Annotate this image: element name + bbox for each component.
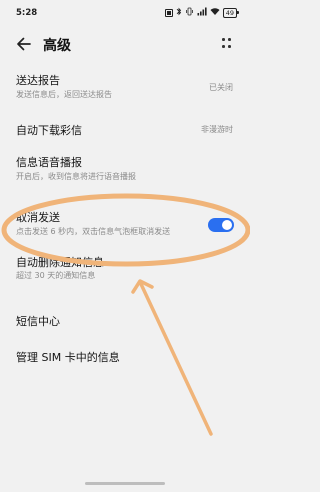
status-time: 5:28 bbox=[16, 8, 38, 18]
bluetooth-icon bbox=[176, 7, 182, 18]
signal-icon bbox=[197, 7, 207, 18]
status-icons: 49 bbox=[164, 7, 240, 18]
setting-title: 取消发送 bbox=[16, 211, 60, 224]
battery-icon: 49 bbox=[222, 7, 240, 18]
setting-value: 非漫游时 bbox=[201, 125, 233, 134]
setting-value: 已关闭 bbox=[209, 83, 233, 92]
setting-title: 管理 SIM 卡中的信息 bbox=[16, 351, 120, 364]
wifi-icon bbox=[210, 7, 220, 18]
vibrate-icon bbox=[185, 7, 194, 18]
setting-delivery-report[interactable]: 送达报告 发送信息后，返回送达报告 已关闭 bbox=[0, 68, 250, 108]
setting-voice-broadcast[interactable]: 信息语音播报 开启后，收到信息将进行语音播报 bbox=[0, 150, 250, 190]
setting-title: 自动下载彩信 bbox=[16, 124, 82, 137]
home-indicator[interactable] bbox=[85, 482, 165, 485]
status-bar: 5:28 49 bbox=[0, 0, 250, 24]
toggle-knob bbox=[222, 220, 232, 230]
battery-level: 49 bbox=[225, 8, 234, 17]
sim-icon bbox=[164, 8, 173, 17]
setting-subtitle: 超过 30 天的通知信息 bbox=[16, 271, 96, 280]
setting-auto-delete-notifications[interactable]: 自动删除通知信息 超过 30 天的通知信息 bbox=[0, 252, 250, 290]
setting-subtitle: 开启后，收到信息将进行语音播报 bbox=[16, 172, 136, 181]
title-bar: 高级 bbox=[0, 28, 250, 62]
setting-manage-sim-messages[interactable]: 管理 SIM 卡中的信息 bbox=[0, 343, 250, 371]
page-title: 高级 bbox=[43, 38, 71, 54]
cancel-send-toggle[interactable] bbox=[208, 218, 234, 232]
setting-title: 短信中心 bbox=[16, 315, 60, 328]
back-arrow-icon[interactable] bbox=[14, 34, 34, 54]
setting-title: 自动删除通知信息 bbox=[16, 256, 104, 269]
setting-sms-center[interactable]: 短信中心 bbox=[0, 307, 250, 335]
setting-cancel-send[interactable]: 取消发送 点击发送 6 秒内，双击信息气泡框取消发送 bbox=[0, 206, 250, 246]
setting-subtitle: 发送信息后，返回送达报告 bbox=[16, 90, 112, 99]
setting-subtitle: 点击发送 6 秒内，双击信息气泡框取消发送 bbox=[16, 227, 171, 236]
more-options-icon[interactable] bbox=[222, 38, 232, 50]
setting-auto-download-mms[interactable]: 自动下载彩信 非漫游时 bbox=[0, 116, 250, 144]
setting-title: 送达报告 bbox=[16, 74, 60, 87]
setting-title: 信息语音播报 bbox=[16, 156, 82, 169]
